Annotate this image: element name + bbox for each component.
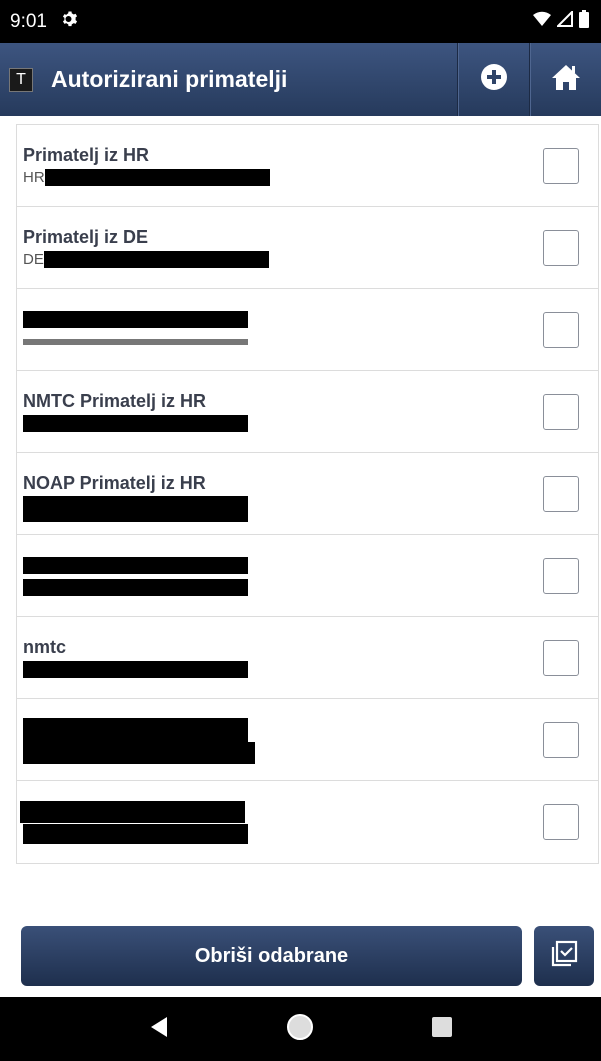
list-item[interactable] xyxy=(17,781,598,863)
recipient-name xyxy=(23,717,543,742)
select-checkbox[interactable] xyxy=(543,311,579,348)
redaction-bar xyxy=(23,579,248,597)
status-time: 9:01 xyxy=(10,10,47,32)
list-item[interactable]: nmtc xyxy=(17,617,598,699)
recipient-code xyxy=(23,414,543,434)
redaction-bar xyxy=(23,557,248,575)
list-item[interactable] xyxy=(17,535,598,617)
redaction-bar xyxy=(23,311,248,329)
redaction-bar xyxy=(44,169,270,187)
redaction-bar xyxy=(20,801,245,824)
status-bar: 9:01 xyxy=(0,0,601,43)
select-all-button[interactable] xyxy=(534,926,594,986)
select-checkbox[interactable] xyxy=(543,475,579,512)
list-item[interactable] xyxy=(17,699,598,781)
recipient-name xyxy=(23,308,543,330)
recipient-code xyxy=(23,332,543,352)
wifi-icon xyxy=(533,11,551,32)
battery-icon xyxy=(579,10,589,33)
square-recents-icon[interactable] xyxy=(431,1016,453,1043)
circle-home-icon[interactable] xyxy=(286,1013,314,1046)
plus-circle-icon xyxy=(480,63,508,96)
select-checkbox[interactable] xyxy=(543,557,579,594)
list-item[interactable]: Primatelj iz HR HR xyxy=(17,125,598,207)
recipient-name: Primatelj iz DE xyxy=(23,226,149,247)
system-nav-bar xyxy=(0,997,601,1061)
select-checkbox[interactable] xyxy=(543,639,579,676)
home-button[interactable] xyxy=(529,43,601,116)
app-bar: T Autorizirani primatelji xyxy=(0,43,601,116)
recipient-list: Primatelj iz HR HR Primatelj iz DE DE NM… xyxy=(16,124,599,864)
app-logo: T xyxy=(9,67,33,92)
select-checkbox[interactable] xyxy=(543,393,579,430)
back-triangle-icon[interactable] xyxy=(149,1016,169,1043)
recipient-code: DE xyxy=(23,250,543,270)
list-item[interactable]: NMTC Primatelj iz HR xyxy=(17,371,598,453)
recipient-code: HR xyxy=(23,168,543,188)
recipient-name: nmtc xyxy=(23,636,67,657)
redaction-bar xyxy=(43,251,269,269)
redaction-bar xyxy=(23,741,255,764)
recipient-name xyxy=(20,800,543,824)
recipient-code xyxy=(23,495,543,522)
recipient-name: NOAP Primatelj iz HR xyxy=(23,472,206,493)
recipient-code xyxy=(23,578,543,598)
list-item[interactable]: Primatelj iz DE DE xyxy=(17,207,598,289)
app-logo-letter: T xyxy=(16,70,26,88)
redaction-bar xyxy=(23,824,248,845)
list-item[interactable]: NOAP Primatelj iz HR xyxy=(17,453,598,535)
code-prefix: DE xyxy=(23,250,44,268)
select-checkbox[interactable] xyxy=(543,229,579,266)
redaction-bar xyxy=(23,415,248,433)
select-all-icon xyxy=(550,940,578,973)
add-button[interactable] xyxy=(457,43,529,116)
select-checkbox[interactable] xyxy=(543,147,579,184)
recipient-code xyxy=(23,741,543,764)
redaction-bar xyxy=(23,717,248,742)
recipient-name: NMTC Primatelj iz HR xyxy=(23,390,207,411)
home-icon xyxy=(551,63,581,96)
gear-icon xyxy=(61,10,79,34)
page-title: Autorizirani primatelji xyxy=(51,66,288,92)
code-prefix: HR xyxy=(23,168,45,186)
redaction-bar xyxy=(23,495,248,522)
select-checkbox[interactable] xyxy=(543,721,579,758)
signal-icon xyxy=(555,9,573,32)
recipient-name: Primatelj iz HR xyxy=(23,144,150,165)
redaction-bar xyxy=(23,661,248,679)
recipient-code xyxy=(23,660,543,680)
list-item[interactable] xyxy=(17,289,598,371)
select-checkbox[interactable] xyxy=(543,804,579,840)
delete-selected-button[interactable]: Obriši odabrane xyxy=(21,926,522,986)
redaction-bar xyxy=(23,338,248,345)
recipient-code xyxy=(23,824,543,845)
recipient-name xyxy=(23,554,543,576)
